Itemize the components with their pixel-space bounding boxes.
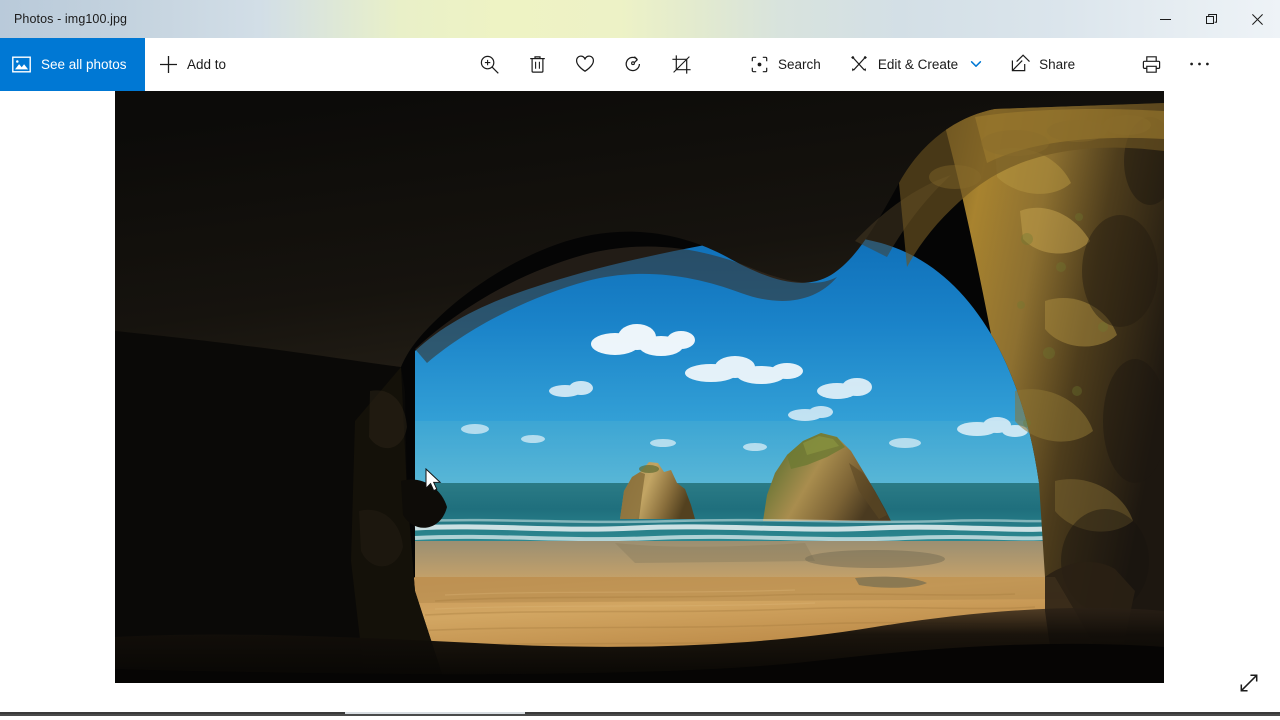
window-controls: [1142, 0, 1280, 38]
search-label: Search: [778, 56, 821, 72]
photo-image: [115, 91, 1164, 683]
edit-create-label: Edit & Create: [877, 56, 959, 72]
crop-icon: [671, 54, 692, 75]
expand-arrows-icon: [1238, 672, 1260, 694]
edit-create-button[interactable]: Edit & Create: [835, 38, 996, 91]
heart-icon: [574, 53, 596, 75]
title-bar: Photos - img100.jpg: [0, 0, 1280, 38]
printer-icon: [1141, 54, 1162, 75]
command-bar: See all photos Add to Search Edit & Crea…: [0, 37, 1280, 91]
see-all-photos-label: See all photos: [41, 56, 127, 72]
edit-create-icon: [849, 54, 869, 74]
trash-icon: [527, 54, 548, 75]
crop-button[interactable]: [657, 38, 705, 91]
rotate-button[interactable]: [609, 38, 657, 91]
search-focus-icon: [750, 55, 769, 74]
close-button[interactable]: [1234, 0, 1280, 38]
magnifier-plus-icon: [479, 54, 500, 75]
print-button[interactable]: [1127, 38, 1175, 91]
delete-button[interactable]: [513, 38, 561, 91]
photo-viewer[interactable]: [115, 91, 1164, 683]
ellipsis-icon: [1189, 61, 1210, 67]
rotate-icon: [622, 53, 644, 75]
favorite-button[interactable]: [561, 38, 609, 91]
share-icon: [1010, 54, 1031, 74]
zoom-button[interactable]: [465, 38, 513, 91]
desktop-bottom-edge: [0, 712, 1280, 720]
add-to-label: Add to: [187, 56, 227, 72]
fullscreen-button[interactable]: [1228, 662, 1270, 704]
plus-icon: [159, 55, 178, 74]
photo-stage: [0, 91, 1280, 712]
chevron-down-icon: [970, 58, 982, 70]
search-button[interactable]: Search: [736, 38, 835, 91]
window-title: Photos - img100.jpg: [14, 12, 128, 26]
see-all-photos-button[interactable]: See all photos: [0, 37, 145, 91]
bottom-edge-highlight: [345, 712, 525, 714]
minimize-button[interactable]: [1142, 0, 1188, 38]
photo-icon: [12, 55, 31, 74]
restore-button[interactable]: [1188, 0, 1234, 38]
share-label: Share: [1039, 56, 1076, 72]
add-to-button[interactable]: Add to: [145, 38, 240, 91]
share-button[interactable]: Share: [996, 38, 1089, 91]
more-button[interactable]: [1175, 38, 1223, 91]
